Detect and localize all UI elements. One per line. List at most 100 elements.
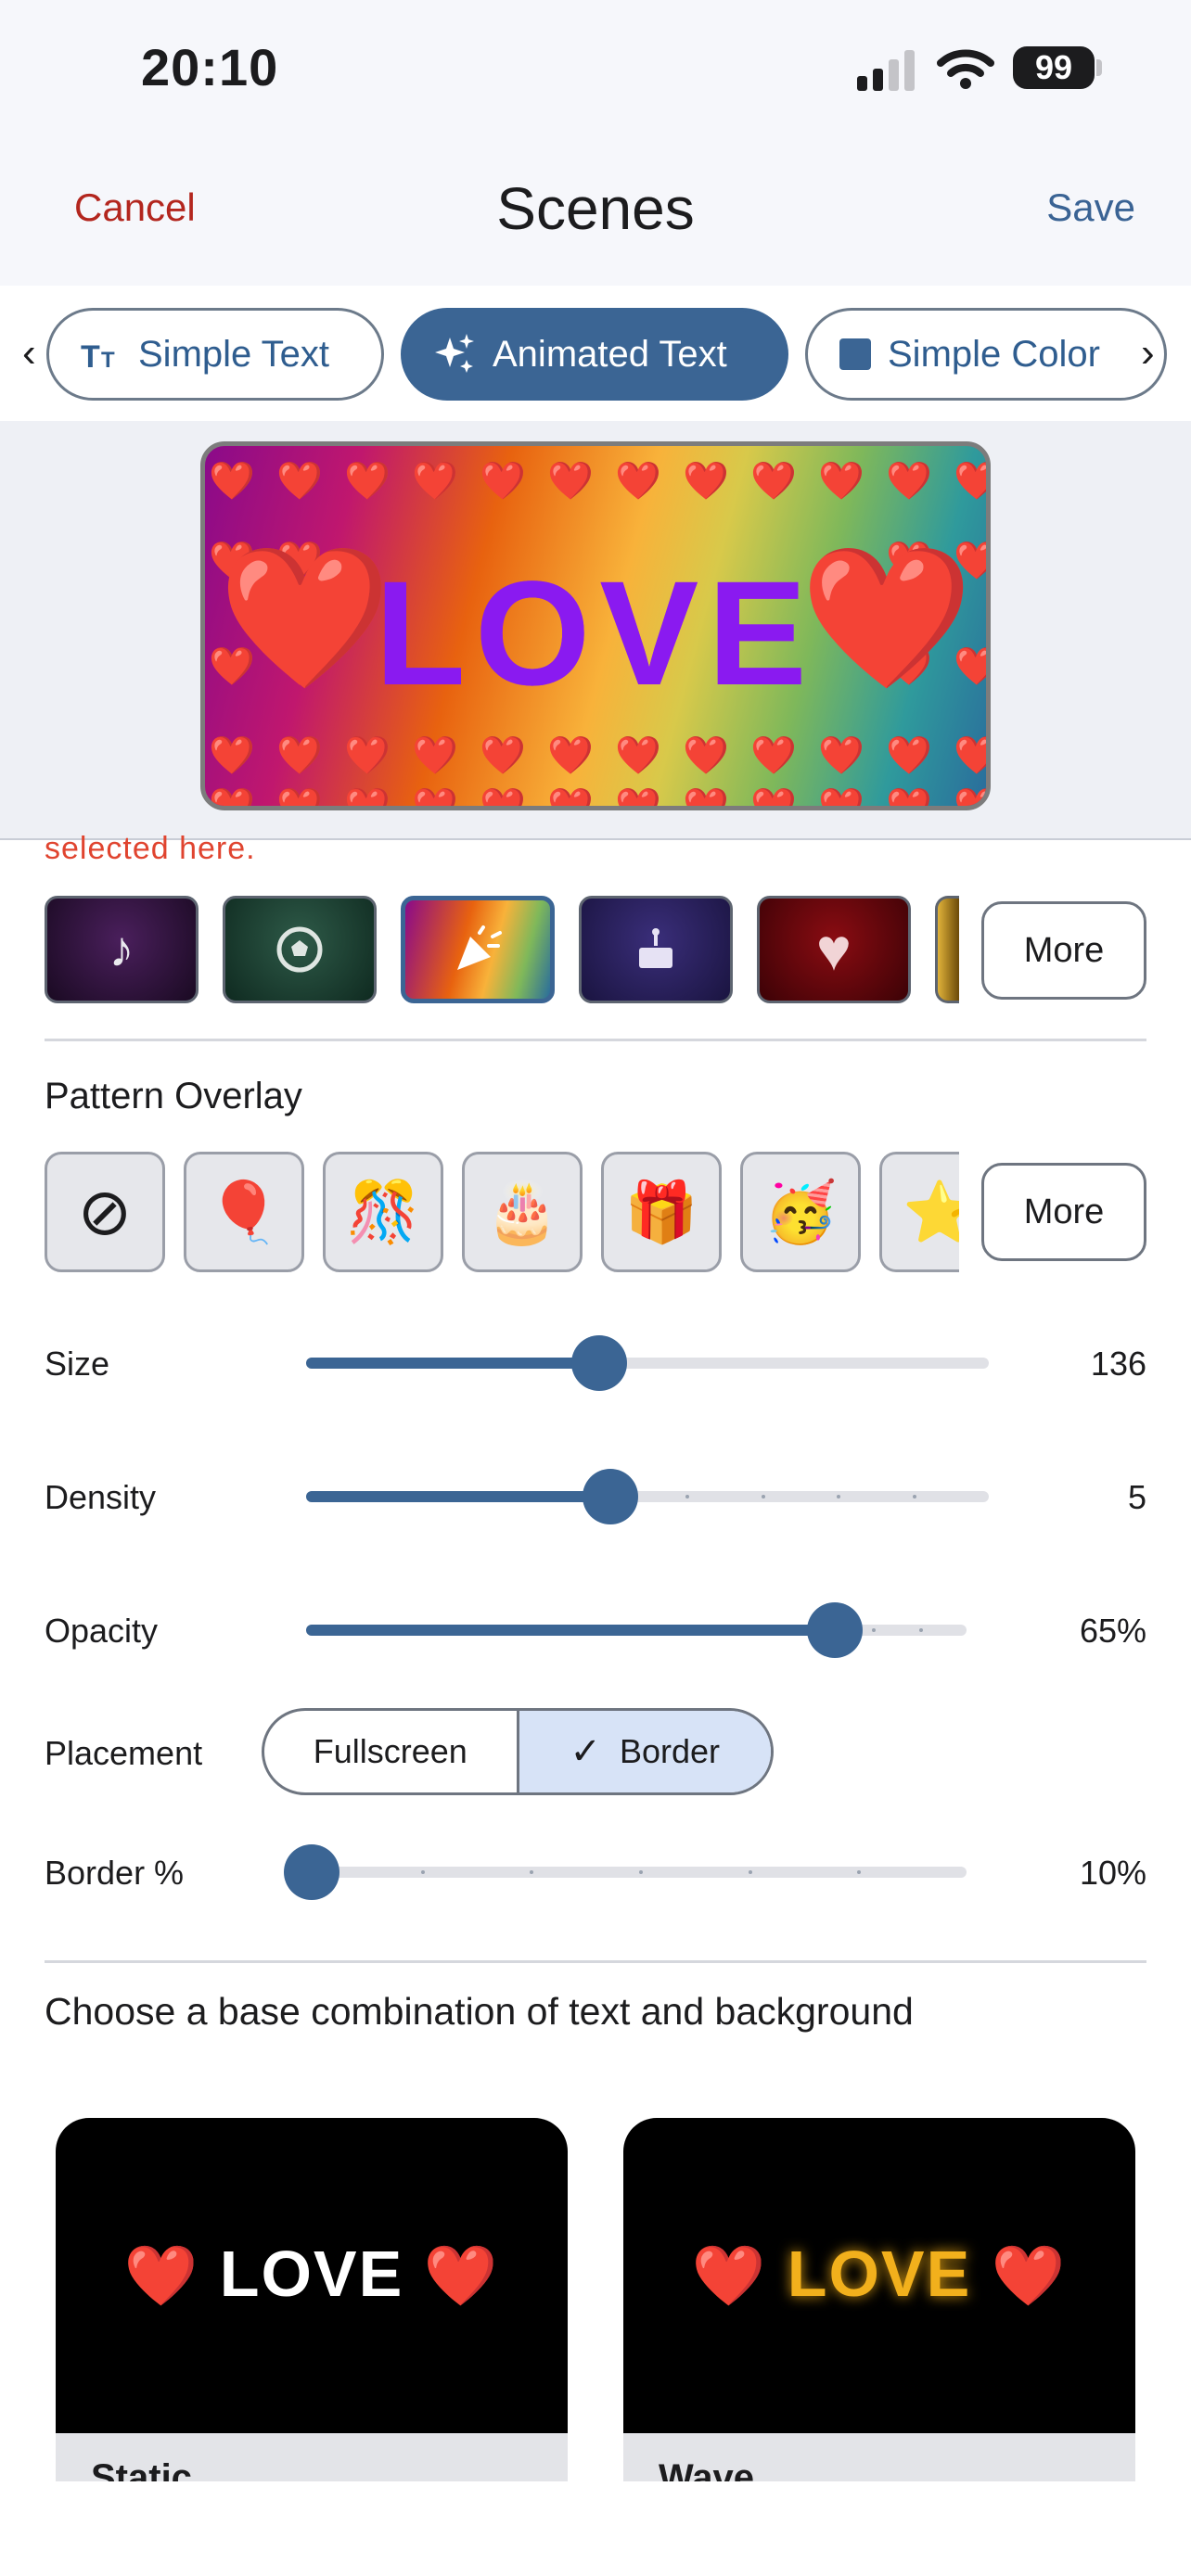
placement-fullscreen-button[interactable]: Fullscreen: [264, 1711, 517, 1792]
card-footer: Static: [56, 2433, 568, 2489]
tab-animated-text[interactable]: Animated Text: [401, 308, 788, 401]
heart-pattern-item: ❤️: [818, 461, 864, 502]
heart-pattern-item: ❤️: [412, 787, 458, 810]
swatch-heart[interactable]: ♥: [757, 896, 911, 1003]
heart-pattern-item: ❤️: [954, 737, 986, 774]
tab-simple-text[interactable]: T T Simple Text: [46, 308, 384, 401]
swatch-soccer[interactable]: [223, 896, 377, 1003]
size-value: 136: [1090, 1345, 1146, 1383]
size-slider-fill: [306, 1358, 600, 1369]
heart-pattern-item: ❤️: [209, 461, 255, 502]
heart-icon: ♥: [816, 916, 852, 983]
scene-type-tabs: ‹ T T Simple Text Animated Text Simple C…: [0, 286, 1191, 421]
heart-pattern-item: ❤️: [547, 461, 594, 502]
more-patterns-button[interactable]: More: [981, 1163, 1146, 1261]
heart-pattern-item: ❤️: [344, 735, 391, 776]
size-label: Size: [45, 1345, 110, 1383]
combo-card-wave[interactable]: ❤️ LOVE ❤️ Wave: [623, 2118, 1135, 2489]
chevron-left-icon[interactable]: ‹: [22, 330, 36, 376]
border-slider-thumb[interactable]: [284, 1844, 339, 1900]
size-slider[interactable]: [306, 1335, 989, 1391]
placement-border-button[interactable]: ✓ Border: [516, 1711, 771, 1792]
swatch-cake[interactable]: [579, 896, 733, 1003]
svg-text:T: T: [81, 339, 100, 371]
border-label: Border %: [45, 1854, 185, 1892]
tab-label: Animated Text: [493, 333, 727, 375]
scene-preview[interactable]: ❤️ ❤️ ❤️ ❤️ ❤️ ❤️ ❤️ ❤️ ❤️ ❤️ ❤️ ❤️ ❤️ ❤️ ❤️ ❤️ ❤️ ❤️ ❤️ ❤️…: [200, 441, 991, 810]
music-note-icon: ♪: [109, 922, 134, 977]
section-title: Pattern Overlay: [45, 1076, 302, 1116]
sparkles-icon: [435, 334, 474, 373]
border-value: 10%: [1079, 1854, 1146, 1892]
slider-tick: [913, 1495, 917, 1498]
pattern-balloon[interactable]: 🎈: [184, 1152, 304, 1272]
opacity-label: Opacity: [45, 1612, 159, 1650]
density-slider[interactable]: [306, 1469, 989, 1524]
signal-icon: [857, 50, 915, 91]
border-slider[interactable]: [284, 1844, 967, 1900]
none-icon: ⊘: [77, 1176, 133, 1248]
size-slider-thumb[interactable]: [571, 1335, 628, 1391]
heart-pattern-item: ❤️: [547, 787, 594, 810]
heart-pattern-item: ❤️: [344, 787, 391, 810]
heart-pattern-item: ❤️: [750, 787, 797, 810]
heart-pattern-item: ❤️: [547, 735, 594, 776]
battery-level: 99: [1034, 48, 1073, 86]
wifi-icon: [937, 49, 994, 89]
slider-tick: [872, 1628, 877, 1632]
confetti-icon: 🎊: [346, 1178, 420, 1245]
density-slider-thumb[interactable]: [582, 1469, 638, 1524]
save-button[interactable]: Save: [1046, 185, 1135, 230]
density-value: 5: [1127, 1478, 1146, 1516]
heart-pattern-item: ❤️: [480, 735, 526, 776]
heart-pattern-item: ❤️: [683, 735, 729, 776]
bottom-fade: [0, 2481, 1191, 2576]
heart-icon: ❤️: [123, 2242, 200, 2309]
opacity-slider-fill: [306, 1625, 835, 1636]
density-label: Density: [45, 1478, 157, 1516]
heart-pattern-item: ❤️: [683, 461, 729, 502]
heart-icon: ❤️: [991, 2242, 1068, 2309]
divider: [45, 1960, 1146, 1963]
heart-pattern-item: ❤️: [209, 735, 255, 776]
opacity-value: 65%: [1079, 1612, 1146, 1650]
balloon-icon: 🎈: [207, 1178, 281, 1245]
density-slider-fill: [306, 1491, 610, 1502]
opacity-slider[interactable]: [306, 1602, 967, 1658]
swatch-music[interactable]: ♪: [45, 896, 198, 1003]
swatch-gold[interactable]: [935, 896, 959, 1003]
battery-cap: [1096, 59, 1102, 76]
square-icon: [839, 338, 871, 370]
heart-pattern-item: ❤️: [276, 787, 323, 810]
tab-label: Simple Text: [138, 333, 330, 375]
slider-tick: [761, 1495, 765, 1498]
pattern-star[interactable]: ⭐: [879, 1152, 959, 1272]
pattern-cake[interactable]: 🎂: [462, 1152, 583, 1272]
slider-tick: [857, 1870, 862, 1874]
more-colors-button[interactable]: More: [981, 901, 1146, 1000]
heart-pattern-item: ❤️: [412, 735, 458, 776]
cake-icon: 🎂: [485, 1178, 559, 1245]
pattern-none[interactable]: ⊘: [45, 1152, 165, 1272]
heart-pattern-item: ❤️: [886, 787, 932, 810]
text-size-icon: T T: [81, 339, 115, 371]
chevron-right-icon[interactable]: ›: [1141, 330, 1155, 376]
divider: [45, 1039, 1146, 1041]
pattern-gift[interactable]: 🎁: [601, 1152, 722, 1272]
heart-pattern-item: ❤️: [209, 787, 255, 810]
heart-pattern-item: ❤️: [886, 735, 932, 776]
pattern-party-face[interactable]: 🥳: [740, 1152, 861, 1272]
heart-pattern-item: ❤️: [683, 787, 729, 810]
swatch-party[interactable]: [401, 896, 555, 1003]
pattern-confetti[interactable]: 🎊: [323, 1152, 443, 1272]
card-word: LOVE: [787, 2238, 972, 2310]
heart-pattern-item: ❤️: [615, 735, 661, 776]
tab-simple-color[interactable]: Simple Color: [805, 308, 1167, 401]
combo-card-static[interactable]: ❤️ LOVE ❤️ Static: [56, 2118, 568, 2489]
heart-pattern-item: ❤️: [954, 463, 986, 500]
slider-tick: [748, 1870, 752, 1874]
status-time: 20:10: [141, 38, 279, 96]
tab-label: Simple Color: [888, 333, 1100, 375]
opacity-slider-thumb[interactable]: [806, 1602, 863, 1658]
slider-tick: [837, 1495, 841, 1498]
